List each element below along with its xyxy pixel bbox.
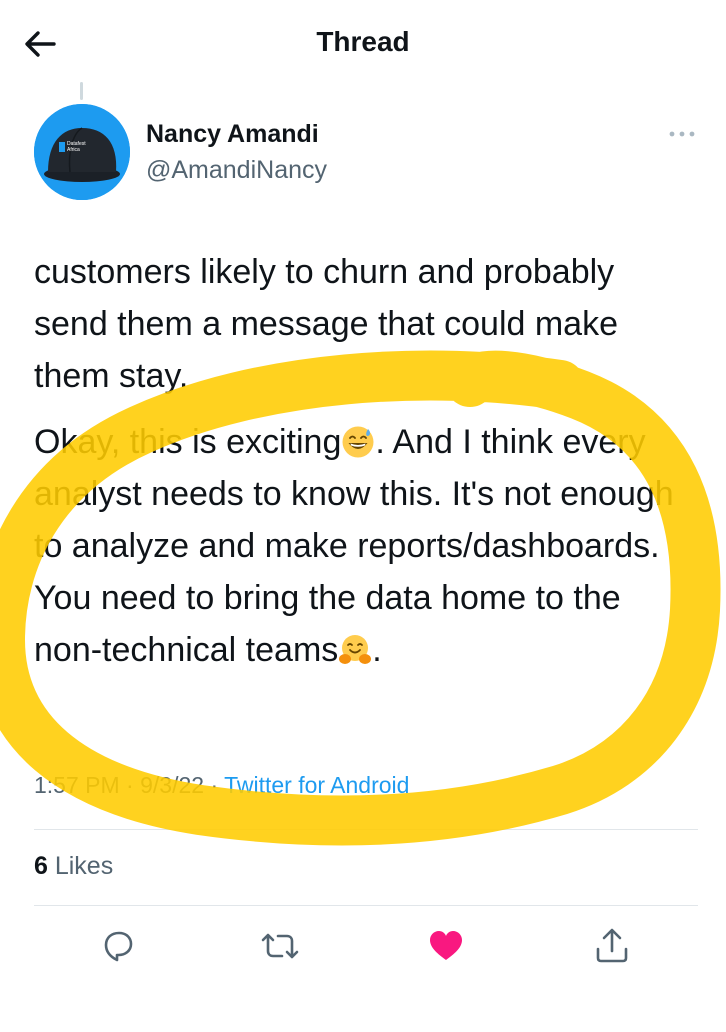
heart-icon bbox=[430, 931, 462, 960]
tweet-source-link[interactable]: Twitter for Android bbox=[224, 772, 409, 798]
reply-icon bbox=[104, 931, 133, 962]
avatar[interactable]: Datafest Africa bbox=[34, 104, 130, 200]
tweet-text: customers likely to churn and probably s… bbox=[34, 246, 684, 676]
more-horizontal-icon bbox=[669, 131, 695, 137]
tweet-date: 9/3/22 bbox=[140, 772, 205, 798]
thread-connector-line bbox=[80, 82, 83, 100]
tweet-paragraph-1: customers likely to churn and probably s… bbox=[34, 253, 618, 395]
divider bbox=[34, 829, 698, 830]
hugging-face-emoji bbox=[339, 635, 372, 664]
page-title: Thread bbox=[316, 26, 410, 57]
grinning-face-with-sweat-emoji bbox=[342, 426, 374, 458]
like-button[interactable] bbox=[426, 926, 466, 966]
tweet-text-segment: Okay, this is exciting bbox=[34, 423, 342, 461]
divider bbox=[34, 905, 698, 906]
more-options-button[interactable] bbox=[668, 124, 696, 144]
share-icon bbox=[596, 928, 628, 963]
author-name[interactable]: Nancy Amandi bbox=[146, 120, 319, 149]
retweet-button[interactable] bbox=[260, 926, 300, 966]
retweet-icon bbox=[261, 933, 299, 959]
share-button[interactable] bbox=[592, 926, 632, 966]
likes-count[interactable]: 6 Likes bbox=[34, 852, 113, 881]
tweet-meta: 1:57 PM · 9/3/22 · Twitter for Android bbox=[34, 772, 409, 799]
tweet-text-segment: . bbox=[372, 631, 382, 669]
meta-separator: · bbox=[204, 772, 225, 798]
reply-button[interactable] bbox=[98, 926, 138, 966]
author-handle[interactable]: @AmandiNancy bbox=[146, 156, 327, 185]
tweet-time: 1:57 PM bbox=[34, 772, 120, 798]
likes-number: 6 bbox=[34, 852, 48, 880]
thread-header: Thread bbox=[0, 0, 726, 86]
likes-label: Likes bbox=[47, 852, 114, 880]
datafest-cap-image: Datafest Africa bbox=[34, 104, 130, 200]
tweet-paragraph-2: Okay, this is exciting. And I think ever… bbox=[34, 416, 684, 676]
svg-text:Africa: Africa bbox=[67, 147, 80, 153]
meta-separator: · bbox=[119, 772, 141, 798]
